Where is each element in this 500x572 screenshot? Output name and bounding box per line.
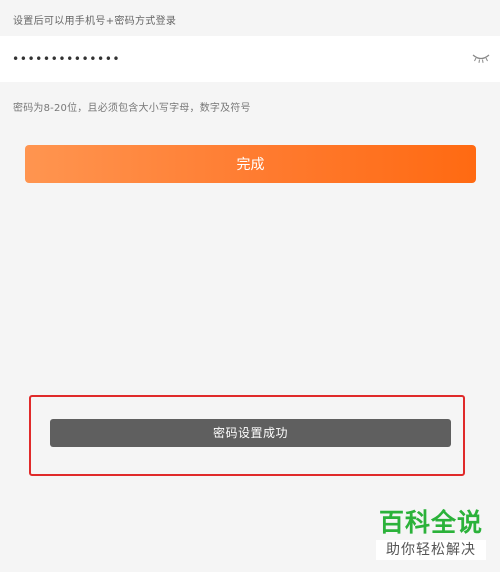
password-rule-text: 密码为8-20位，且必须包含大小写字母，数字及符号 <box>13 103 251 114</box>
login-hint-text: 设置后可以用手机号+密码方式登录 <box>13 16 177 27</box>
finish-button[interactable]: 完成 <box>25 145 476 183</box>
watermark-title: 百科全说 <box>378 508 483 537</box>
password-input[interactable] <box>12 46 442 72</box>
password-row <box>0 36 500 82</box>
watermark-logo: 百科全说 助你轻松解决 <box>370 508 492 566</box>
watermark-subtitle: 助你轻松解决 <box>376 540 486 560</box>
eye-closed-icon[interactable] <box>472 52 490 64</box>
success-toast: 密码设置成功 <box>50 419 451 447</box>
